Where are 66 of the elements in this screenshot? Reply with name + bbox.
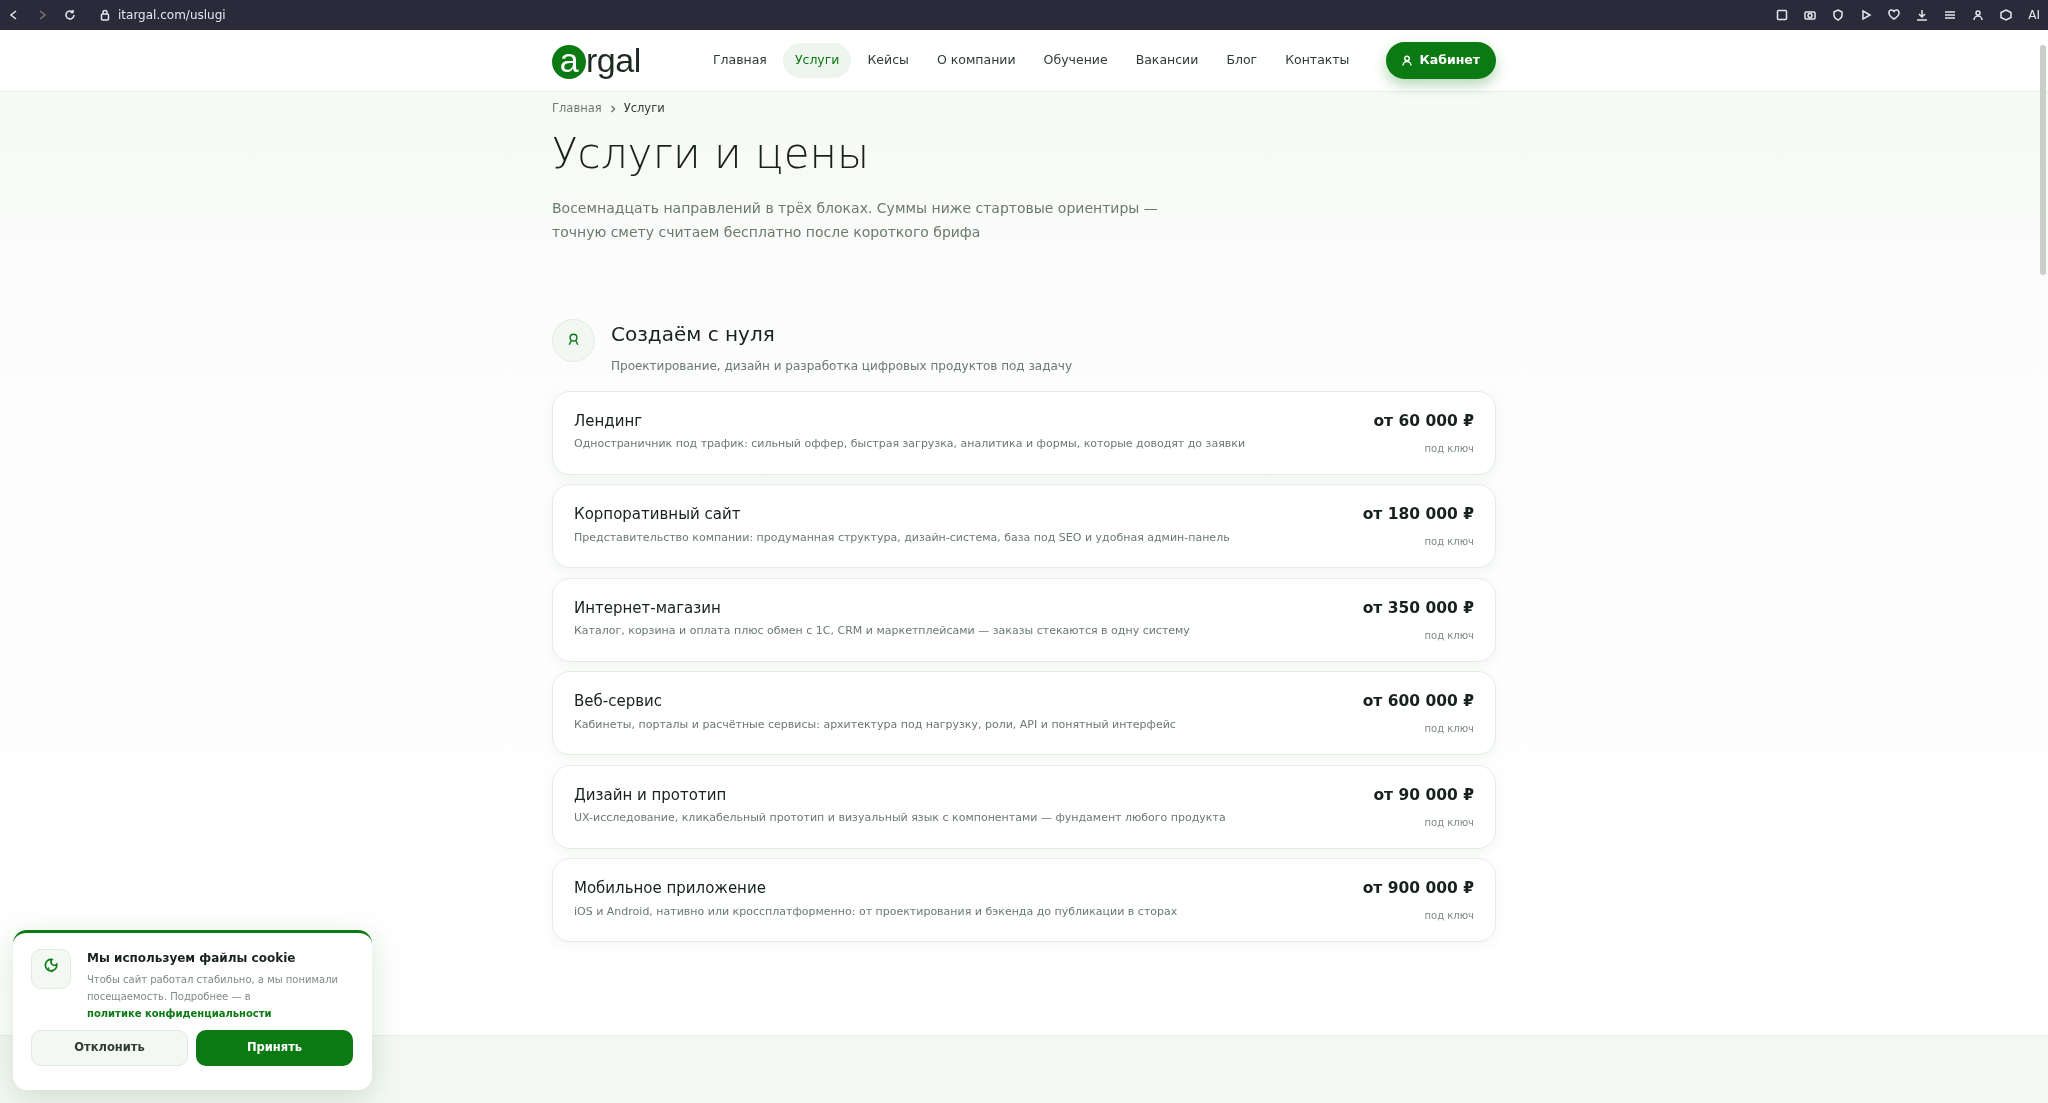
- ai-button[interactable]: AI: [2028, 6, 2040, 24]
- accept-button[interactable]: Принять: [196, 1030, 353, 1066]
- price-note: под ключ: [1423, 909, 1474, 924]
- nav-link[interactable]: Услуги: [782, 43, 852, 78]
- reload-icon[interactable]: [64, 9, 76, 21]
- intro-text: Восемнадцать направлений в трёх блоках. Суммы ниже стартовые ориентиры —: [552, 198, 1159, 218]
- service-card[interactable]: Дизайн и прототип UX-исследование, кликабельный прототип и визуальный язык с компонентами — фундамент любого продукта от 90 000 ₽ под ключ: [552, 764, 1496, 849]
- service-price: от 180 000 ₽: [1362, 504, 1474, 526]
- download-icon[interactable]: [1916, 9, 1929, 21]
- cookie-title: Мы используем файлы cookie: [87, 950, 297, 967]
- service-description: Одностраничник под трафик: сильный оффер, быстрая загрузка, аналитика и формы, которые доводят до заявки: [574, 436, 1246, 453]
- service-card[interactable]: Веб-сервис Кабинеты, порталы и расчётные сервисы: архитектура под нагрузку, роли, API и понятный интерфейс от 600 000 ₽ под ключ: [552, 671, 1496, 756]
- nav-link[interactable]: Блог: [1214, 43, 1270, 78]
- nav-link[interactable]: Вакансии: [1123, 43, 1211, 78]
- intro-text: точную смету считаем бесплатно после короткого брифа: [552, 222, 982, 242]
- url-text[interactable]: itargal.com/uslugi: [118, 6, 226, 24]
- service-name: Мобильное приложение: [574, 878, 767, 900]
- service-name: Лендинг: [574, 410, 644, 432]
- nav-link[interactable]: Контакты: [1273, 43, 1362, 78]
- play-icon[interactable]: [1860, 9, 1873, 21]
- price-note: под ключ: [1423, 628, 1474, 643]
- decline-button[interactable]: Отклонить: [31, 1030, 188, 1066]
- service-price: от 350 000 ₽: [1362, 597, 1474, 619]
- service-card[interactable]: Интернет-магазин Каталог, корзина и оплата плюс обмен с 1С, CRM и маркетплейсами — заказы стекаются в одну систему от 350 000 ₽ под ключ: [552, 577, 1496, 662]
- nav-link[interactable]: О компании: [924, 43, 1028, 78]
- breadcrumb-link[interactable]: Главная: [552, 100, 602, 118]
- chevron-icon: [609, 104, 616, 113]
- scrollbar[interactable]: [2040, 45, 2046, 275]
- service-card[interactable]: Корпоративный сайт Представительство компании: продуманная структура, дизайн-система, база под SEO и удобная админ-панель от 180 000 ₽ под ключ: [552, 484, 1496, 569]
- heart-icon[interactable]: [1888, 9, 1901, 21]
- page-title: Услуги и цены: [552, 129, 871, 180]
- service-price: от 600 000 ₽: [1362, 691, 1474, 713]
- cabinet-button[interactable]: Кабинет: [1385, 42, 1496, 79]
- price-note: под ключ: [1423, 441, 1474, 456]
- service-name: Интернет-магазин: [574, 597, 722, 619]
- service-card[interactable]: Лендинг Одностраничник под трафик: сильный оффер, быстрая загрузка, аналитика и формы, которые доводят до заявки от 60 000 ₽ под ключ: [552, 390, 1496, 475]
- list-icon[interactable]: [1944, 9, 1957, 21]
- service-description: Каталог, корзина и оплата плюс обмен с 1С, CRM и маркетплейсами — заказы стекаются в одну систему: [574, 623, 1190, 640]
- service-name: Корпоративный сайт: [574, 504, 742, 526]
- shield-icon[interactable]: [1832, 9, 1845, 21]
- user-icon: [1401, 55, 1412, 66]
- nav-link[interactable]: Главная: [700, 43, 779, 78]
- price-note: под ключ: [1423, 722, 1474, 737]
- lock-icon: [100, 9, 110, 21]
- section-subtitle: Проектирование, дизайн и разработка цифровых продуктов под задачу: [611, 357, 1072, 375]
- cookie-text: Чтобы сайт работал стабильно, а мы понимали посещаемость. Подробнее — в политике конфиденциальности: [87, 973, 340, 1021]
- price-note: под ключ: [1423, 535, 1474, 550]
- profile-icon[interactable]: [1972, 9, 1985, 21]
- nav-link[interactable]: Обучение: [1031, 43, 1120, 78]
- service-description: Представительство компании: продуманная структура, дизайн-система, база под SEO и удобная админ-панель: [574, 529, 1230, 546]
- service-price: от 60 000 ₽: [1373, 410, 1474, 432]
- service-description: Кабинеты, порталы и расчётные сервисы: архитектура под нагрузку, роли, API и понятный интерфейс: [574, 716, 1176, 733]
- service-name: Веб-сервис: [574, 691, 663, 713]
- service-name: Дизайн и прототип: [574, 784, 728, 806]
- logo[interactable]: a rgal: [552, 42, 641, 79]
- price-note: под ключ: [1423, 815, 1474, 830]
- privacy-link[interactable]: политике конфиденциальности: [87, 1008, 272, 1019]
- service-card[interactable]: Мобильное приложение iOS и Android, нативно или кроссплатформенно: от проектирования и бэкенда до публикации в сторах от 900 000 ₽ под ключ: [552, 858, 1496, 943]
- service-description: UX-исследование, кликабельный прототип и визуальный язык с компонентами — фундамент любого продукта: [574, 810, 1226, 827]
- camera-icon[interactable]: [1804, 9, 1817, 21]
- nav-link[interactable]: Кейсы: [855, 43, 921, 78]
- service-price: от 90 000 ₽: [1373, 784, 1474, 806]
- cookie-icon: [31, 949, 71, 989]
- service-description: iOS и Android, нативно или кроссплатформенно: от проектирования и бэкенда до публикации в сторах: [574, 903, 1178, 920]
- service-price: от 900 000 ₽: [1362, 878, 1474, 900]
- section-title: Создаём с нуля: [611, 320, 776, 348]
